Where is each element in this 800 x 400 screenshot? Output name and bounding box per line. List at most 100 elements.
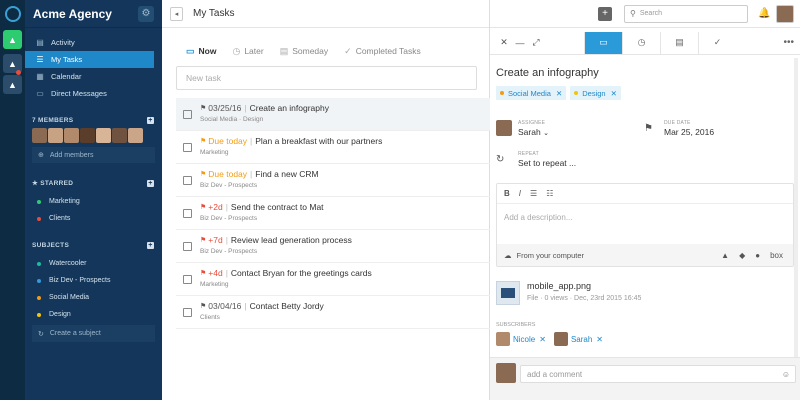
- attached-file[interactable]: mobile_app.png File · 0 views · Dec, 23r…: [496, 281, 641, 305]
- remove-tag-icon[interactable]: ✕: [556, 89, 562, 98]
- status-later-button[interactable]: ◷: [622, 31, 660, 54]
- flag-icon: ⚑: [200, 171, 207, 178]
- avatar[interactable]: [80, 128, 95, 143]
- add-member-plus-icon[interactable]: +: [147, 116, 154, 124]
- task-row[interactable]: ⚑ +7d | Review lead generation process Biz D…: [176, 230, 490, 263]
- bell-icon[interactable]: 🔔: [758, 8, 770, 19]
- user-avatar[interactable]: [776, 4, 794, 23]
- tag-design[interactable]: Design ✕: [570, 86, 621, 100]
- create-subject-button[interactable]: ↻ Create a subject: [32, 325, 155, 342]
- task-checkbox[interactable]: [183, 308, 192, 317]
- starred-item-clients[interactable]: Clients: [25, 210, 162, 227]
- logo-icon[interactable]: [5, 6, 21, 22]
- description-textarea[interactable]: Add a description...: [497, 204, 793, 244]
- remove-subscriber-icon[interactable]: ✕: [596, 335, 603, 344]
- subject-item-biz-dev[interactable]: Biz Dev - Prospects: [25, 272, 162, 289]
- emoji-icon[interactable]: ☺: [782, 370, 790, 379]
- status-now-button[interactable]: ▭: [584, 31, 622, 54]
- task-row[interactable]: ⚑ +2d | Send the contract to Mat Biz Dev - P…: [176, 197, 490, 230]
- task-body: ⚑ Due today | Plan a breakfast with our par…: [200, 136, 490, 156]
- avatar[interactable]: [48, 128, 63, 143]
- gear-icon[interactable]: ⚙: [138, 5, 154, 22]
- task-row[interactable]: ⚑ 03/25/16 | Create an infography Social Med…: [176, 98, 490, 131]
- assignee-field[interactable]: ASSIGNEE Sarah ⌄: [496, 115, 644, 141]
- subject-item-watercooler[interactable]: Watercooler: [25, 255, 162, 272]
- avatar[interactable]: [128, 128, 143, 143]
- sidebar-item-direct-messages[interactable]: ▭ Direct Messages: [25, 85, 162, 102]
- search-input[interactable]: ⚲ Search: [624, 4, 748, 23]
- bold-icon[interactable]: B: [504, 189, 510, 198]
- subjects-section-header: SUBJECTS +: [25, 239, 162, 251]
- file-name[interactable]: mobile_app.png: [527, 281, 641, 291]
- upload-from-computer-button[interactable]: From your computer: [517, 251, 585, 260]
- workspace-icon-active[interactable]: ▲: [3, 30, 22, 49]
- tab-completed[interactable]: ✓ Completed Tasks: [344, 46, 421, 57]
- task-checkbox[interactable]: [183, 275, 192, 284]
- task-checkbox[interactable]: [183, 209, 192, 218]
- add-starred-plus-icon[interactable]: +: [147, 179, 154, 187]
- starred-item-marketing[interactable]: Marketing: [25, 193, 162, 210]
- task-checkbox[interactable]: [183, 110, 192, 119]
- task-row[interactable]: ⚑ Due today | Plan a breakfast with our par…: [176, 131, 490, 164]
- task-subject: Clients: [200, 314, 220, 321]
- avatar[interactable]: [64, 128, 79, 143]
- avatar[interactable]: [96, 128, 111, 143]
- expand-icon[interactable]: ⤢: [528, 37, 544, 48]
- tab-someday[interactable]: ▤ Someday: [280, 46, 328, 57]
- italic-icon[interactable]: I: [519, 189, 521, 198]
- more-icon[interactable]: •••: [783, 37, 794, 48]
- subject-item-social-media[interactable]: Social Media: [25, 289, 162, 306]
- add-members-button[interactable]: ⊕ Add members: [32, 147, 155, 163]
- google-drive-icon[interactable]: ▲: [721, 251, 729, 260]
- color-dot: [37, 312, 41, 317]
- box-icon[interactable]: box: [770, 251, 783, 260]
- workspace-rail: ▲ ▲ ▲: [0, 0, 25, 400]
- sidebar-item-calendar[interactable]: ▦ Calendar: [25, 68, 162, 85]
- task-checkbox[interactable]: [183, 176, 192, 185]
- status-complete-button[interactable]: ✓: [698, 31, 736, 54]
- task-row[interactable]: ⚑ +4d | Contact Bryan for the greetings car…: [176, 263, 490, 296]
- task-title[interactable]: Create an infography: [496, 67, 599, 79]
- detail-scrollbar[interactable]: [794, 58, 798, 358]
- due-date-field[interactable]: ⚑ DUE DATE Mar 25, 2016: [644, 115, 714, 141]
- dropbox-icon[interactable]: ◆: [739, 251, 745, 260]
- color-dot: [37, 216, 41, 221]
- tab-now[interactable]: ▭ Now: [186, 46, 216, 57]
- subject-item-design[interactable]: Design: [25, 306, 162, 323]
- tab-later[interactable]: ◷ Later: [232, 46, 263, 57]
- avatar[interactable]: [32, 128, 47, 143]
- file-info: mobile_app.png File · 0 views · Dec, 23r…: [520, 281, 641, 302]
- search-placeholder: Search: [639, 10, 663, 17]
- task-row[interactable]: ⚑ Due today | Find a new CRM Biz Dev - Prosp…: [176, 164, 490, 197]
- task-checkbox[interactable]: [183, 143, 192, 152]
- bullet-list-icon[interactable]: ☰: [530, 189, 537, 198]
- checklist-icon[interactable]: ☷: [546, 189, 553, 198]
- add-members-label: Add members: [49, 151, 94, 159]
- sidebar-item-my-tasks[interactable]: ☰ My Tasks: [25, 51, 154, 68]
- minimize-icon[interactable]: —: [512, 38, 528, 48]
- new-task-input[interactable]: New task: [176, 66, 477, 90]
- subjects-header: SUBJECTS: [32, 241, 70, 249]
- status-someday-button[interactable]: ▤: [660, 31, 698, 54]
- task-due: 03/25/16: [208, 103, 242, 113]
- task-checkbox[interactable]: [183, 242, 192, 251]
- remove-tag-icon[interactable]: ✕: [611, 89, 617, 98]
- comment-input[interactable]: add a comment ☺: [520, 365, 796, 383]
- workspace-title[interactable]: Acme Agency: [33, 7, 138, 21]
- sidebar-item-activity[interactable]: ▤ Activity: [25, 34, 162, 51]
- evernote-icon[interactable]: ●: [755, 251, 760, 260]
- remove-subscriber-icon[interactable]: ✕: [539, 335, 546, 344]
- workspace-icon[interactable]: ▲: [3, 75, 22, 94]
- repeat-field[interactable]: ↻ REPEAT Set to repeat ...: [496, 151, 576, 168]
- avatar[interactable]: [112, 128, 127, 143]
- add-subject-plus-icon[interactable]: +: [147, 241, 154, 249]
- subscriber-chip[interactable]: Sarah ✕: [553, 331, 603, 347]
- subscriber-chip[interactable]: Nicole ✕: [496, 331, 546, 347]
- flag-icon: ⚑: [200, 204, 207, 211]
- tag-social-media[interactable]: Social Media ✕: [496, 86, 567, 100]
- collapse-sidebar-button[interactable]: ◂: [170, 6, 183, 21]
- close-icon[interactable]: ✕: [496, 37, 512, 48]
- add-button[interactable]: +: [598, 6, 612, 21]
- tag-label: Design: [582, 88, 606, 98]
- task-row[interactable]: ⚑ 03/04/16 | Contact Betty Jordy Clients: [176, 296, 490, 329]
